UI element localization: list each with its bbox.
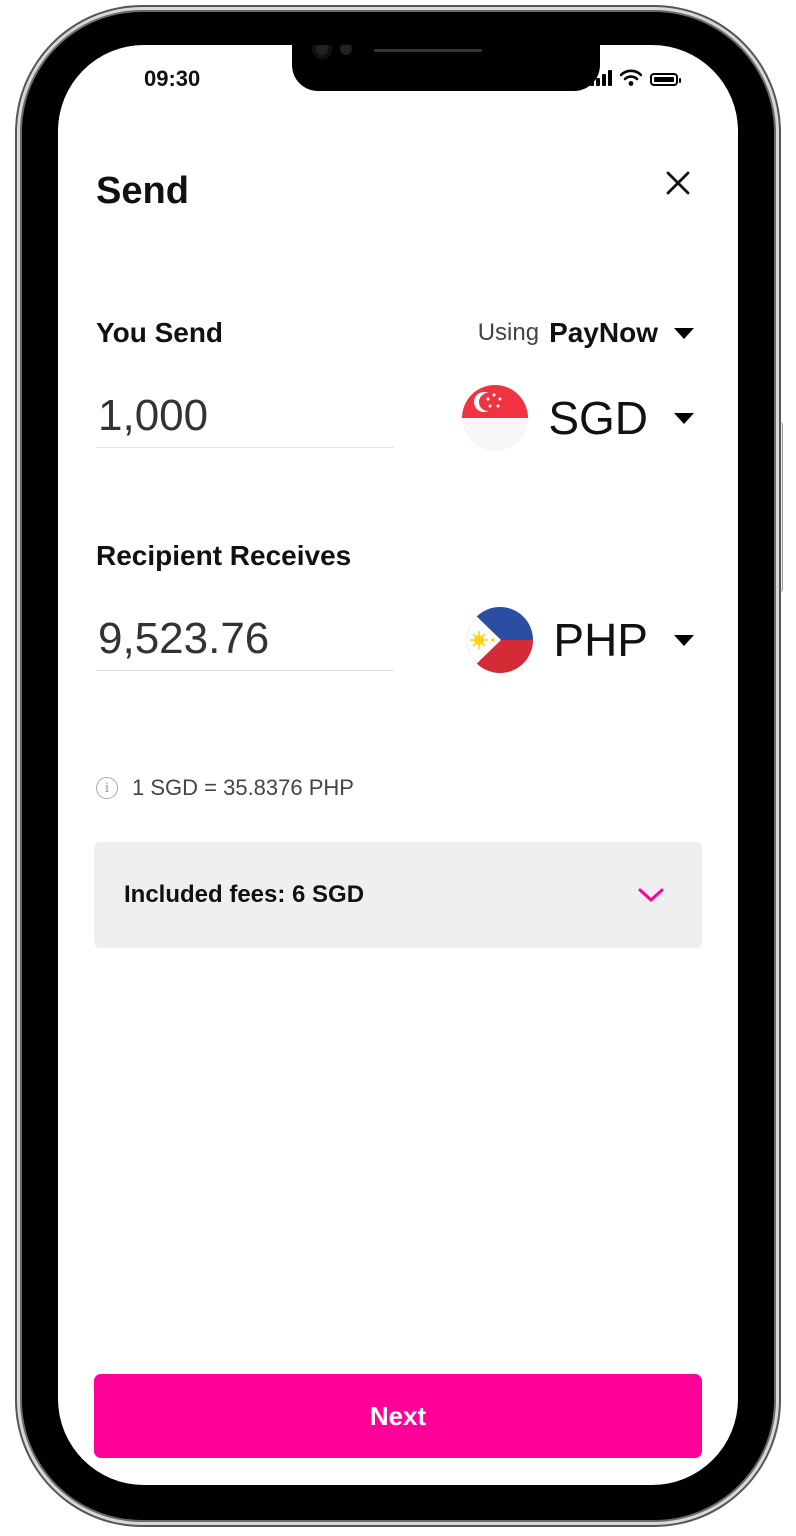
screen: 09:30 Send You Send Using PayNow 1,000 S… — [58, 45, 738, 1485]
power-button — [773, 422, 783, 592]
send-currency-code: SGD — [548, 392, 648, 444]
payment-method-value: PayNow — [549, 317, 658, 348]
caret-down-icon — [674, 634, 694, 646]
wifi-icon — [620, 69, 642, 86]
payment-method-dropdown[interactable]: Using PayNow — [478, 317, 694, 349]
send-currency-selector[interactable]: SGD — [462, 385, 694, 451]
status-time: 09:30 — [144, 66, 201, 91]
speaker-grille — [374, 49, 482, 52]
singapore-flag-icon — [462, 385, 529, 451]
cellular-signal-icon — [590, 70, 612, 86]
receive-amount-input[interactable] — [96, 613, 394, 671]
fees-accordion[interactable]: Included fees: 6 SGD — [94, 842, 702, 948]
status-icons — [590, 69, 681, 86]
sensor-icon — [340, 45, 352, 55]
caret-down-icon — [674, 327, 694, 339]
receive-currency-selector[interactable]: PHP — [467, 607, 694, 673]
payment-method-prefix: Using — [477, 319, 540, 346]
close-icon[interactable] — [662, 167, 694, 199]
battery-icon — [650, 73, 681, 86]
recipient-receives-label: Recipient Receives — [96, 540, 352, 571]
receive-currency-code: PHP — [553, 614, 648, 666]
page-title: Send — [96, 170, 189, 212]
send-amount-input[interactable] — [96, 390, 394, 448]
philippines-flag-icon — [467, 607, 534, 673]
caret-down-icon — [674, 412, 694, 424]
you-send-label: You Send — [96, 317, 224, 348]
exchange-rate-text: 1 SGD = 35.8376 PHP — [132, 775, 354, 800]
next-button[interactable]: Next — [94, 1374, 702, 1458]
exchange-rate: i 1 SGD = 35.8376 PHP — [96, 775, 354, 801]
camera-icon — [312, 45, 332, 59]
info-icon[interactable]: i — [96, 777, 118, 799]
chevron-down-icon — [638, 888, 664, 902]
phone-frame: 09:30 Send You Send Using PayNow 1,000 S… — [22, 12, 774, 1520]
notch — [292, 45, 600, 91]
fees-label: Included fees: 6 SGD — [124, 881, 365, 908]
